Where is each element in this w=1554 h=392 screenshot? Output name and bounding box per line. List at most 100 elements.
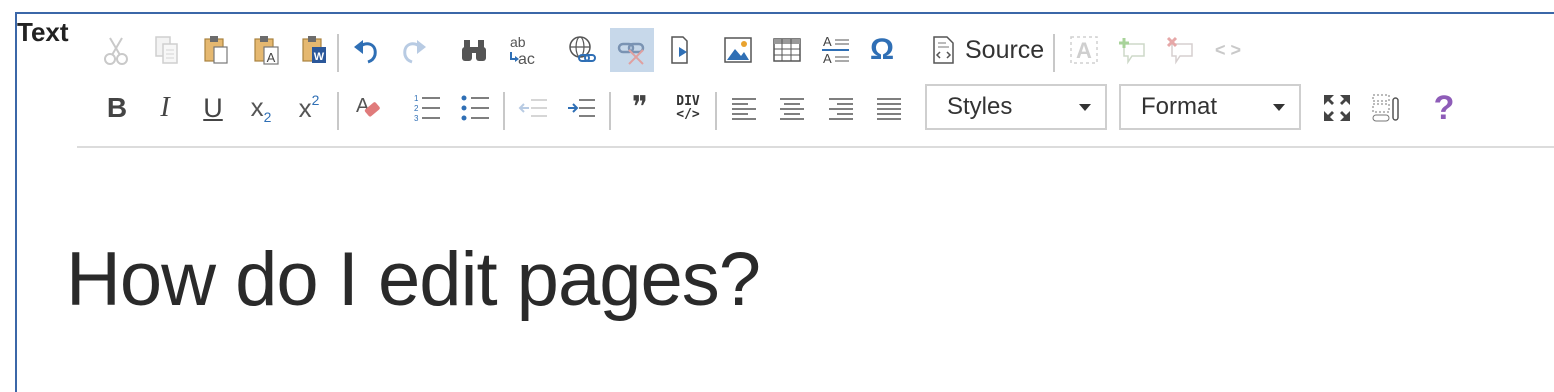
paste-as-text-icon: A bbox=[254, 36, 279, 65]
outdent-button[interactable] bbox=[513, 88, 553, 128]
list-number-2: 2 bbox=[414, 104, 419, 113]
code-snippet-button[interactable]: < > bbox=[1208, 30, 1248, 70]
horizontal-rule-icon: A A bbox=[822, 34, 849, 66]
paste-from-word-icon: W bbox=[302, 36, 326, 63]
replace-icon: ab ac bbox=[510, 34, 535, 67]
italic-icon: I bbox=[160, 92, 170, 123]
paste-button[interactable] bbox=[196, 30, 236, 70]
redo-icon bbox=[403, 40, 426, 64]
subscript-mark: 2 bbox=[263, 108, 272, 125]
source-icon bbox=[933, 36, 954, 64]
styles-dropdown-label: Styles bbox=[947, 93, 1013, 120]
source-button[interactable] bbox=[924, 30, 964, 70]
add-comment-icon bbox=[1119, 38, 1145, 65]
replace-top-glyph: ab bbox=[510, 34, 526, 50]
find-icon bbox=[462, 40, 486, 61]
div-container-icon: DIV </> bbox=[676, 95, 699, 121]
table-button[interactable] bbox=[767, 30, 807, 70]
replace-bottom-glyph: ac bbox=[518, 51, 535, 67]
copy-icon bbox=[155, 36, 178, 64]
code-snippet-icon: < > bbox=[1214, 40, 1242, 60]
source-label[interactable]: Source bbox=[965, 36, 1044, 65]
help-icon: ? bbox=[1433, 89, 1455, 127]
paste-from-word-button[interactable]: W bbox=[294, 30, 334, 70]
toolbar-separator bbox=[715, 92, 717, 130]
format-dropdown[interactable]: Format bbox=[1119, 84, 1301, 130]
bold-icon: B bbox=[106, 92, 128, 123]
hr-top-glyph: A bbox=[823, 34, 832, 49]
superscript-button[interactable]: x2 bbox=[289, 88, 329, 128]
maximize-button[interactable] bbox=[1317, 88, 1357, 128]
spell-check-button[interactable]: A bbox=[1064, 30, 1104, 70]
subscript-button[interactable]: x2 bbox=[241, 88, 281, 128]
superscript-icon: x2 bbox=[299, 92, 320, 124]
paste-icon bbox=[204, 36, 228, 64]
indent-button[interactable] bbox=[561, 88, 601, 128]
show-blocks-button[interactable] bbox=[1365, 88, 1405, 128]
bulleted-list-button[interactable] bbox=[455, 88, 495, 128]
numbered-list-icon: 1 2 3 bbox=[414, 94, 440, 123]
underline-button[interactable]: U bbox=[193, 88, 233, 128]
add-comment-button[interactable] bbox=[1112, 30, 1152, 70]
horizontal-rule-button[interactable]: A A bbox=[815, 30, 855, 70]
remove-format-button[interactable]: A bbox=[347, 88, 387, 128]
blockquote-icon: ❞ bbox=[631, 90, 649, 125]
toolbar-separator bbox=[503, 92, 505, 130]
help-button[interactable]: ? bbox=[1424, 88, 1464, 128]
cut-icon bbox=[104, 37, 128, 65]
styles-dropdown[interactable]: Styles bbox=[925, 84, 1107, 130]
outdent-icon bbox=[518, 99, 547, 117]
italic-button[interactable]: I bbox=[145, 88, 185, 128]
toolbar-separator bbox=[609, 92, 611, 130]
find-button[interactable] bbox=[454, 30, 494, 70]
subscript-glyph: x bbox=[250, 91, 264, 122]
superscript-glyph: x bbox=[298, 93, 312, 123]
spell-glyph: A bbox=[1076, 38, 1092, 63]
undo-icon bbox=[354, 40, 377, 64]
hr-bottom-glyph: A bbox=[823, 51, 832, 66]
image-button[interactable] bbox=[718, 30, 758, 70]
div-container-button[interactable]: DIV </> bbox=[668, 88, 708, 128]
div-code-glyph: </> bbox=[676, 107, 700, 122]
numbered-list-button[interactable]: 1 2 3 bbox=[406, 88, 446, 128]
toolbar-separator bbox=[337, 34, 339, 72]
paste-as-text-button[interactable]: A bbox=[246, 30, 286, 70]
paste-word-glyph: W bbox=[314, 51, 325, 63]
align-right-icon bbox=[829, 98, 853, 120]
remove-comment-button[interactable] bbox=[1160, 30, 1200, 70]
chevron-down-icon bbox=[1273, 104, 1285, 111]
subscript-icon: x2 bbox=[251, 92, 272, 125]
blockquote-button[interactable]: ❞ bbox=[620, 88, 660, 128]
replace-button[interactable]: ab ac bbox=[502, 30, 542, 70]
align-justify-icon bbox=[877, 98, 901, 120]
chevron-down-icon bbox=[1079, 104, 1091, 111]
align-left-button[interactable] bbox=[724, 88, 764, 128]
bulleted-list-icon bbox=[461, 95, 489, 121]
underline-icon: U bbox=[203, 92, 223, 123]
show-blocks-icon bbox=[1372, 94, 1399, 122]
superscript-mark: 2 bbox=[311, 92, 320, 108]
cut-button[interactable] bbox=[96, 30, 136, 70]
unlink-icon bbox=[617, 42, 645, 65]
special-char-button[interactable]: Ω bbox=[862, 30, 902, 70]
unlink-button[interactable] bbox=[610, 28, 654, 72]
link-button[interactable] bbox=[562, 30, 602, 70]
toolbar-separator bbox=[337, 92, 339, 130]
copy-button[interactable] bbox=[146, 30, 186, 70]
toolbar-divider bbox=[77, 146, 1554, 148]
editor-heading[interactable]: How do I edit pages? bbox=[66, 236, 761, 323]
align-center-button[interactable] bbox=[772, 88, 812, 128]
maximize-icon bbox=[1324, 95, 1350, 121]
toolbar-separator bbox=[1053, 34, 1055, 72]
spell-check-icon: A bbox=[1070, 36, 1098, 64]
undo-button[interactable] bbox=[346, 30, 386, 70]
image-icon bbox=[724, 37, 752, 63]
redo-button[interactable] bbox=[394, 30, 434, 70]
align-justify-button[interactable] bbox=[869, 88, 909, 128]
list-number-3: 3 bbox=[414, 114, 419, 123]
bold-button[interactable]: B bbox=[97, 88, 137, 128]
indent-icon bbox=[568, 99, 595, 117]
anchor-button[interactable] bbox=[660, 30, 700, 70]
align-right-button[interactable] bbox=[821, 88, 861, 128]
format-dropdown-label: Format bbox=[1141, 93, 1218, 120]
